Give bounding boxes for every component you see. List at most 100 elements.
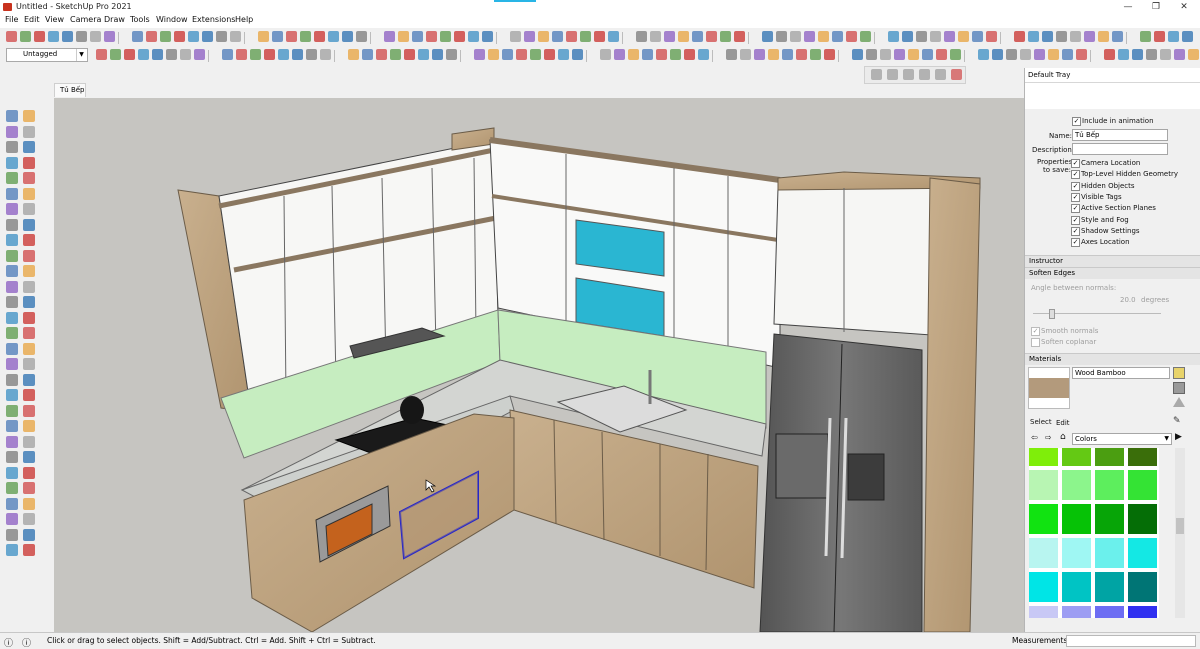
drawing-tool-icon[interactable] (6, 435, 18, 448)
toolbar-tool-icon[interactable] (1006, 49, 1017, 60)
drawing-tool-icon[interactable] (23, 373, 35, 386)
menu-help[interactable]: Help (235, 15, 253, 24)
tag-dropdown[interactable]: Untagged ▼ (6, 48, 88, 62)
toolbar-tool-icon[interactable] (1028, 31, 1039, 42)
section-tool-icon[interactable] (887, 69, 898, 80)
color-swatch[interactable] (1029, 448, 1058, 466)
toolbar-tool-icon[interactable] (894, 49, 905, 60)
toolbar-tool-icon[interactable] (594, 31, 605, 42)
toolbar-tool-icon[interactable] (692, 31, 703, 42)
toolbar-tool-icon[interactable] (292, 49, 303, 60)
toolbar-tool-icon[interactable] (6, 31, 17, 42)
toolbar-tool-icon[interactable] (180, 49, 191, 60)
toolbar-tool-icon[interactable] (866, 49, 877, 60)
drawing-tool-icon[interactable] (23, 311, 35, 324)
toolbar-tool-icon[interactable] (860, 31, 871, 42)
menu-edit[interactable]: Edit (24, 15, 40, 24)
toolbar-tool-icon[interactable] (804, 31, 815, 42)
toolbar-tool-icon[interactable] (398, 31, 409, 42)
drawing-tool-icon[interactable] (23, 141, 35, 153)
scenes-list[interactable] (1025, 83, 1200, 109)
toolbar-tool-icon[interactable] (944, 31, 955, 42)
color-swatch[interactable] (1095, 606, 1124, 618)
toolbar-tool-icon[interactable] (1154, 31, 1165, 42)
menu-tools[interactable]: Tools (130, 15, 150, 24)
toolbar-tool-icon[interactable] (902, 31, 913, 42)
toolbar-tool-icon[interactable] (1042, 31, 1053, 42)
toolbar-tool-icon[interactable] (236, 49, 247, 60)
toolbar-tool-icon[interactable] (110, 49, 121, 60)
toolbar-tool-icon[interactable] (1076, 49, 1087, 60)
home-icon[interactable]: ⌂ (1060, 432, 1066, 442)
toolbar-tool-icon[interactable] (286, 31, 297, 42)
toolbar-tool-icon[interactable] (754, 49, 765, 60)
property-checkbox[interactable]: ✓ (1071, 226, 1080, 236)
color-swatch[interactable] (1095, 448, 1124, 466)
toolbar-tool-icon[interactable] (384, 31, 395, 42)
toolbar-tool-icon[interactable] (552, 31, 563, 42)
toolbar-tool-icon[interactable] (810, 49, 821, 60)
toolbar-tool-icon[interactable] (762, 31, 773, 42)
color-swatch[interactable] (1128, 504, 1157, 534)
soften-edges-section-header[interactable]: Soften Edges (1025, 267, 1200, 279)
scene-tab[interactable]: Tủ Bếp (54, 83, 86, 97)
menu-draw[interactable]: Draw (104, 15, 125, 24)
toolbar-tool-icon[interactable] (776, 31, 787, 42)
toolbar-tool-icon[interactable] (1182, 31, 1193, 42)
back-arrow-icon[interactable]: ⇦ (1031, 433, 1038, 442)
toolbar-tool-icon[interactable] (530, 49, 541, 60)
toolbar-tool-icon[interactable] (608, 31, 619, 42)
toolbar-tool-icon[interactable] (566, 31, 577, 42)
property-checkbox[interactable]: ✓ (1071, 181, 1080, 191)
scene-name-input[interactable]: Tủ Bếp (1072, 129, 1168, 141)
toolbar-tool-icon[interactable] (348, 49, 359, 60)
maximize-button[interactable]: ❐ (1144, 1, 1168, 13)
drawing-tool-icon[interactable] (6, 451, 18, 463)
drawing-tool-icon[interactable] (6, 497, 18, 510)
toolbar-tool-icon[interactable] (1084, 31, 1095, 42)
drawing-tool-icon[interactable] (23, 265, 35, 277)
color-swatch[interactable] (1062, 606, 1091, 618)
toolbar-tool-icon[interactable] (650, 31, 661, 42)
color-swatch[interactable] (1128, 448, 1157, 466)
drawing-tool-icon[interactable] (6, 513, 18, 525)
drawing-tool-icon[interactable] (23, 187, 35, 200)
drawing-tool-icon[interactable] (23, 327, 35, 339)
drawing-tool-icon[interactable] (23, 497, 35, 510)
toolbar-tool-icon[interactable] (356, 31, 367, 42)
toolbar-tool-icon[interactable] (1014, 31, 1025, 42)
drawing-tool-icon[interactable] (23, 528, 35, 541)
toolbar-tool-icon[interactable] (216, 31, 227, 42)
toolbar-tool-icon[interactable] (922, 49, 933, 60)
toolbar-tool-icon[interactable] (1118, 49, 1129, 60)
swatch-scrollbar[interactable] (1175, 448, 1185, 618)
menu-window[interactable]: Window (156, 15, 188, 24)
toolbar-tool-icon[interactable] (572, 49, 583, 60)
toolbar-tool-icon[interactable] (706, 31, 717, 42)
toolbar-tool-icon[interactable] (306, 49, 317, 60)
toolbar-tool-icon[interactable] (740, 49, 751, 60)
color-swatch[interactable] (1095, 572, 1124, 602)
toolbar-tool-icon[interactable] (96, 49, 107, 60)
toolbar-tool-icon[interactable] (278, 49, 289, 60)
color-swatch[interactable] (1095, 504, 1124, 534)
property-checkbox[interactable]: ✓ (1071, 159, 1080, 168)
color-swatch[interactable] (1062, 448, 1091, 466)
color-swatch[interactable] (1095, 538, 1124, 568)
eyedropper-icon[interactable]: ✎ (1173, 416, 1181, 426)
toolbar-tool-icon[interactable] (124, 49, 135, 60)
toolbar-tool-icon[interactable] (76, 31, 87, 42)
measurements-input[interactable] (1066, 635, 1196, 647)
instructor-section-header[interactable]: Instructor (1025, 255, 1200, 267)
details-arrow-icon[interactable]: ▶ (1175, 432, 1182, 442)
toolbar-tool-icon[interactable] (642, 49, 653, 60)
property-checkbox[interactable]: ✓ (1071, 215, 1080, 225)
toolbar-tool-icon[interactable] (446, 49, 457, 60)
color-swatch[interactable] (1095, 470, 1124, 500)
property-checkbox[interactable]: ✓ (1071, 192, 1080, 202)
toolbar-tool-icon[interactable] (670, 49, 681, 60)
drawing-tool-icon[interactable] (23, 110, 35, 122)
drawing-tool-icon[interactable] (23, 482, 35, 494)
toolbar-tool-icon[interactable] (390, 49, 401, 60)
drawing-tool-icon[interactable] (23, 203, 35, 215)
